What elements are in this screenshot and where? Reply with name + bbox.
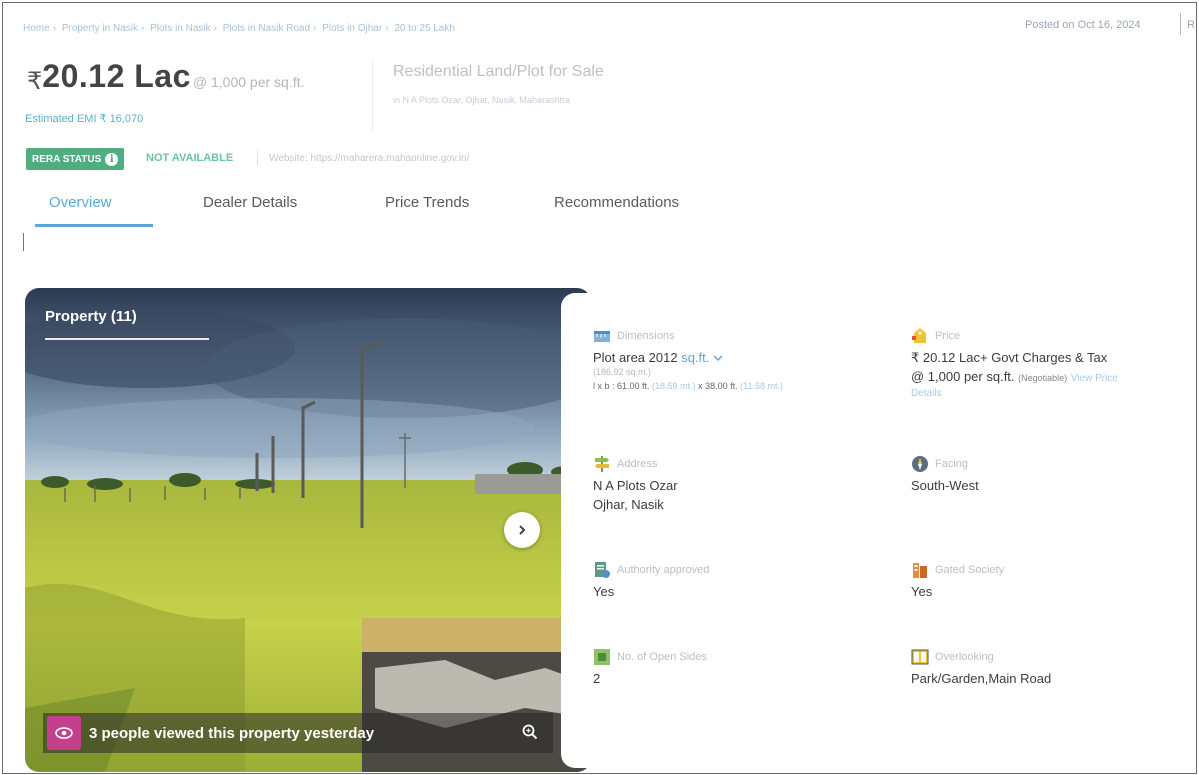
ruler-icon <box>593 327 611 345</box>
approved-doc-icon <box>593 561 611 579</box>
signpost-icon <box>593 455 611 473</box>
price-amount: 20.12 Lac <box>42 58 191 94</box>
building-icon <box>911 561 929 579</box>
tab-overview[interactable]: Overview <box>49 194 112 211</box>
gallery-label-underline <box>45 338 209 340</box>
plot-area-value: Plot area 2012 <box>593 350 678 365</box>
breadcrumb-item[interactable]: Plots in Ojhar <box>322 23 382 34</box>
tab-dealer-details[interactable]: Dealer Details <box>203 194 297 211</box>
area-unit-select[interactable]: sq.ft. <box>681 350 723 365</box>
view-price-link[interactable]: View Price <box>1071 373 1118 384</box>
address-line2: Ojhar, Nasik <box>593 497 664 512</box>
property-location: in N A Plots Ozar, Ojhar, Nasik, Maharas… <box>393 95 571 105</box>
rera-status-badge[interactable]: RERA STATUS i <box>26 148 125 170</box>
dimensions-field: Dimensions Plot area 2012 sq.ft. (186.92… <box>593 327 783 391</box>
breadcrumb-item[interactable]: Plots in Nasik Road <box>223 23 310 34</box>
authority-label: Authority approved <box>617 564 710 576</box>
divider <box>1180 13 1181 35</box>
tab-price-trends[interactable]: Price Trends <box>385 194 469 211</box>
price-value: ₹ 20.12 Lac+ Govt Charges & Tax <box>911 350 1108 365</box>
gated-label: Gated Society <box>935 564 1005 576</box>
chevron-right-icon <box>516 524 528 536</box>
dimensions-label: Dimensions <box>617 330 675 342</box>
address-line1: N A Plots Ozar <box>593 478 678 493</box>
text-cursor <box>23 233 24 251</box>
rera-status-value: NOT AVAILABLE <box>146 152 234 164</box>
negotiable-text: (Negotiable) <box>1018 373 1068 383</box>
chevron-down-icon <box>713 350 723 365</box>
next-photo-button[interactable] <box>504 512 540 548</box>
property-title: Residential Land/Plot for Sale <box>393 63 604 80</box>
open-sides-field: No. of Open Sides 2 <box>593 648 707 688</box>
listing-page: Home › Property in Nasik › Plots in Nasik ›… <box>2 2 1197 774</box>
plot-area-sqm: (186.92 sq.m.) <box>593 367 652 377</box>
breadcrumb-item[interactable]: Plots in Nasik <box>150 23 211 34</box>
facing-value: South-West <box>911 478 979 493</box>
breadcrumb-item[interactable]: Home <box>23 23 50 34</box>
price-per-sqft: @ 1,000 per sq.ft. <box>192 74 305 90</box>
overlooking-field: Overlooking Park/Garden,Main Road <box>911 648 1051 688</box>
eye-icon <box>47 716 81 750</box>
facing-label: Facing <box>935 458 969 470</box>
open-sides-label: No. of Open Sides <box>617 651 707 663</box>
breadcrumb-item[interactable]: Property in Nasik <box>62 23 138 34</box>
gated-society-field: Gated Society Yes <box>911 561 1004 601</box>
overlooking-label: Overlooking <box>935 651 994 663</box>
breadcrumb: Home › Property in Nasik › Plots in Nasik ›… <box>23 23 455 34</box>
breadcrumb-item[interactable]: 20 to 25 Lakh <box>394 23 455 34</box>
divider <box>372 60 373 130</box>
view-price-details-link[interactable]: Details <box>911 388 1118 399</box>
price-tag-icon <box>911 327 929 345</box>
currency-symbol: ₹ <box>27 68 43 95</box>
property-details-card: Dimensions Plot area 2012 sq.ft. (186.92… <box>561 293 1196 768</box>
posted-next-text: R <box>1187 19 1195 31</box>
address-field: Address N A Plots Ozar Ojhar, Nasik <box>593 455 678 514</box>
address-label: Address <box>617 458 658 470</box>
open-sides-icon <box>593 648 611 666</box>
active-tab-indicator <box>35 224 153 227</box>
facing-field: Facing South-West <box>911 455 979 495</box>
price-rate: @ 1,000 per sq.ft. <box>911 369 1015 384</box>
compass-icon <box>911 455 929 473</box>
posted-date: Posted on Oct 16, 2024 <box>1025 19 1141 31</box>
plot-lxb: l x b : 61.00 ft. (18.59 mt.) x 38.00 ft… <box>593 381 783 391</box>
open-sides-value: 2 <box>593 671 601 686</box>
gated-value: Yes <box>911 584 933 599</box>
tab-recommendations[interactable]: Recommendations <box>554 194 679 211</box>
authority-value: Yes <box>593 584 615 599</box>
info-icon[interactable]: i <box>105 152 119 166</box>
property-gallery[interactable]: Property (11) 3 people viewed this prope… <box>25 288 591 772</box>
price-field: Price ₹ 20.12 Lac+ Govt Charges & Tax @ … <box>911 327 1118 399</box>
rera-website[interactable]: Website: https://maharera.mahaonline.gov… <box>269 153 469 164</box>
overlooking-icon <box>911 648 929 666</box>
rera-badge-label: RERA STATUS <box>32 153 102 165</box>
overlooking-value: Park/Garden,Main Road <box>911 671 1052 686</box>
authority-field: Authority approved Yes <box>593 561 709 601</box>
gallery-label: Property (11) <box>45 308 137 325</box>
divider <box>257 151 258 165</box>
zoom-icon[interactable] <box>521 723 541 743</box>
price-block: ₹20.12 Lac @ 1,000 per sq.ft. <box>27 58 304 95</box>
price-label: Price <box>935 330 961 342</box>
views-text: 3 people viewed this property yesterday <box>89 724 375 742</box>
views-banner: 3 people viewed this property yesterday <box>43 713 553 753</box>
emi-link[interactable]: Estimated EMI ₹ 16,070 <box>25 112 143 125</box>
